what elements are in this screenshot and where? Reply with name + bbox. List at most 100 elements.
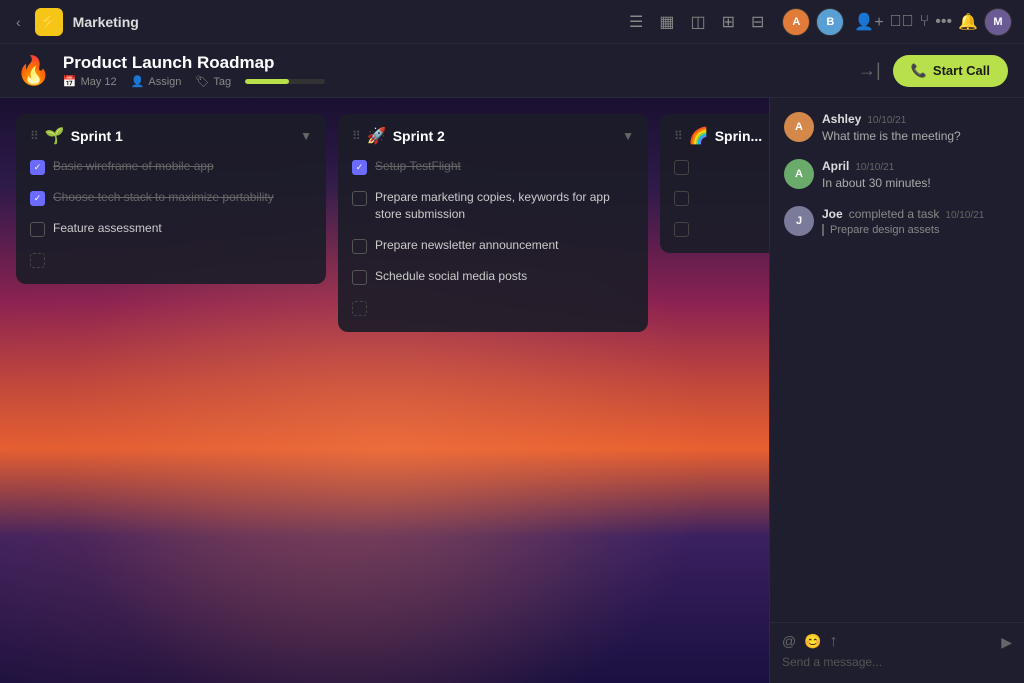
task-text: Prepare newsletter announcement [375,237,558,254]
task-item [670,216,769,241]
check-icon[interactable]: ✓⃝ [890,13,914,31]
app-logo: ⚡ [35,8,63,36]
branch-icon[interactable]: ⑂ [920,13,930,31]
emoji-icon[interactable]: 😊 [804,633,821,651]
task-checkbox[interactable] [352,239,367,254]
calendar-icon: 📅 [63,75,77,88]
chat-placeholder-text[interactable]: Send a message... [782,651,1012,673]
chat-message: A Ashley 10/10/21 What time is the meeti… [784,112,1010,145]
collapse-panel-icon[interactable]: →| [858,60,881,81]
send-button[interactable]: ▶ [1001,634,1012,651]
progress-bar [245,79,325,84]
task-item [670,185,769,210]
project-tag[interactable]: 🏷 Tag [195,75,231,88]
kanban-columns: ⠿ 🌱 Sprint 1 ▼ Basic wireframe of mobile… [0,98,769,683]
chat-messages: A Ashley 10/10/21 What time is the meeti… [770,98,1024,622]
sprint-card-3: ⠿ 🌈 Sprin... [660,114,769,253]
task-text: Prepare marketing copies, keywords for a… [375,189,634,223]
task-item: Feature assessment [26,216,316,241]
task-checkbox[interactable] [352,160,367,175]
view-board-icon[interactable]: ▦ [659,12,674,32]
sprint-2-chevron[interactable]: ▼ [622,129,634,143]
more-icon[interactable]: ••• [935,13,952,31]
task-checkbox[interactable] [30,222,45,237]
sprint-2-name: Sprint 2 [393,128,616,144]
task-item [670,154,769,179]
drag-handle-1[interactable]: ⠿ [30,129,39,143]
task-item: Prepare marketing copies, keywords for a… [348,185,638,227]
chat-task-reference: Prepare design assets [822,224,1010,236]
toolbar-icons: ☰ ▦ ◫ ⊞ ⊟ [629,12,764,32]
sprint-3-emoji: 🌈 [689,126,709,146]
project-info: Product Launch Roadmap 📅 May 12 👤 Assign… [63,53,858,88]
project-title: Product Launch Roadmap [63,53,858,73]
task-item: Basic wireframe of mobile app [26,154,316,179]
project-assign[interactable]: 👤 Assign [131,75,182,88]
workspace-title: Marketing [73,14,139,30]
task-add-item [26,247,316,272]
sprint-3-header: ⠿ 🌈 Sprin... [660,114,769,154]
sprint-2-header: ⠿ 🚀 Sprint 2 ▼ [338,114,648,154]
task-text: Setup TestFlight [375,158,461,175]
task-add-checkbox[interactable] [352,301,367,316]
sprint-1-tasks: Basic wireframe of mobile app Choose tec… [16,154,326,284]
chat-message: J Joe completed a task 10/10/21 Prepare … [784,206,1010,237]
task-add-item [348,295,638,320]
sprint-1-chevron[interactable]: ▼ [300,129,312,143]
right-panel: A Ashley 10/10/21 What time is the meeti… [769,98,1024,683]
task-empty[interactable] [674,160,689,175]
task-checkbox[interactable] [352,191,367,206]
sprint-3-tasks [660,154,769,253]
back-button[interactable]: ‹ [12,10,25,34]
sprint-1-name: Sprint 1 [71,128,294,144]
progress-fill [245,79,289,84]
task-text: Schedule social media posts [375,268,527,285]
task-checkbox[interactable] [352,270,367,285]
avatar-user1[interactable]: A [782,8,810,36]
task-empty[interactable] [674,191,689,206]
task-text: Feature assessment [53,220,162,237]
add-member-icon[interactable]: 👤+ [854,12,883,32]
chat-avatar: A [784,112,814,142]
task-checkbox[interactable] [30,160,45,175]
task-text: Basic wireframe of mobile app [53,158,214,175]
task-item: Prepare newsletter announcement [348,233,638,258]
task-item: Choose tech stack to maximize portabilit… [26,185,316,210]
avatar-current-user[interactable]: M [984,8,1012,36]
progress-track [245,79,325,84]
task-add-checkbox[interactable] [30,253,45,268]
project-meta: 📅 May 12 👤 Assign 🏷 Tag [63,75,858,88]
project-header: 🔥 Product Launch Roadmap 📅 May 12 👤 Assi… [0,44,1024,98]
task-item: Schedule social media posts [348,264,638,289]
sprint-card-1: ⠿ 🌱 Sprint 1 ▼ Basic wireframe of mobile… [16,114,326,284]
view-more-icon[interactable]: ⊟ [751,12,764,32]
project-date[interactable]: 📅 May 12 [63,75,117,88]
task-empty[interactable] [674,222,689,237]
sprint-1-header: ⠿ 🌱 Sprint 1 ▼ [16,114,326,154]
chat-message: A April 10/10/21 In about 30 minutes! [784,159,1010,192]
drag-handle-2[interactable]: ⠿ [352,129,361,143]
task-item: Setup TestFlight [348,154,638,179]
chat-username: Ashley [822,112,861,126]
at-icon[interactable]: @ [782,633,796,651]
view-calendar-icon[interactable]: ⊞ [722,12,735,32]
chat-text: In about 30 minutes! [822,175,1010,192]
chat-input-area: @ 😊 ↑ ▶ Send a message... [770,622,1024,683]
project-icon: 🔥 [16,54,51,87]
chat-meta: Joe completed a task 10/10/21 [822,206,1010,223]
view-timeline-icon[interactable]: ◫ [690,12,705,32]
chat-date: 10/10/21 [867,115,906,126]
person-icon: 👤 [131,75,145,88]
task-checkbox[interactable] [30,191,45,206]
attach-icon[interactable]: ↑ [830,633,838,651]
chat-username: Joe [822,207,843,221]
drag-handle-3[interactable]: ⠿ [674,129,683,143]
chat-content: Joe completed a task 10/10/21 Prepare de… [822,206,1010,237]
bell-icon[interactable]: 🔔 [958,12,978,32]
avatar-user2[interactable]: B [816,8,844,36]
view-list-icon[interactable]: ☰ [629,12,643,32]
start-call-button[interactable]: 📞 Start Call [893,55,1008,87]
chat-content: April 10/10/21 In about 30 minutes! [822,159,1010,192]
sprint-2-tasks: Setup TestFlight Prepare marketing copie… [338,154,648,332]
chat-avatar: J [784,206,814,236]
